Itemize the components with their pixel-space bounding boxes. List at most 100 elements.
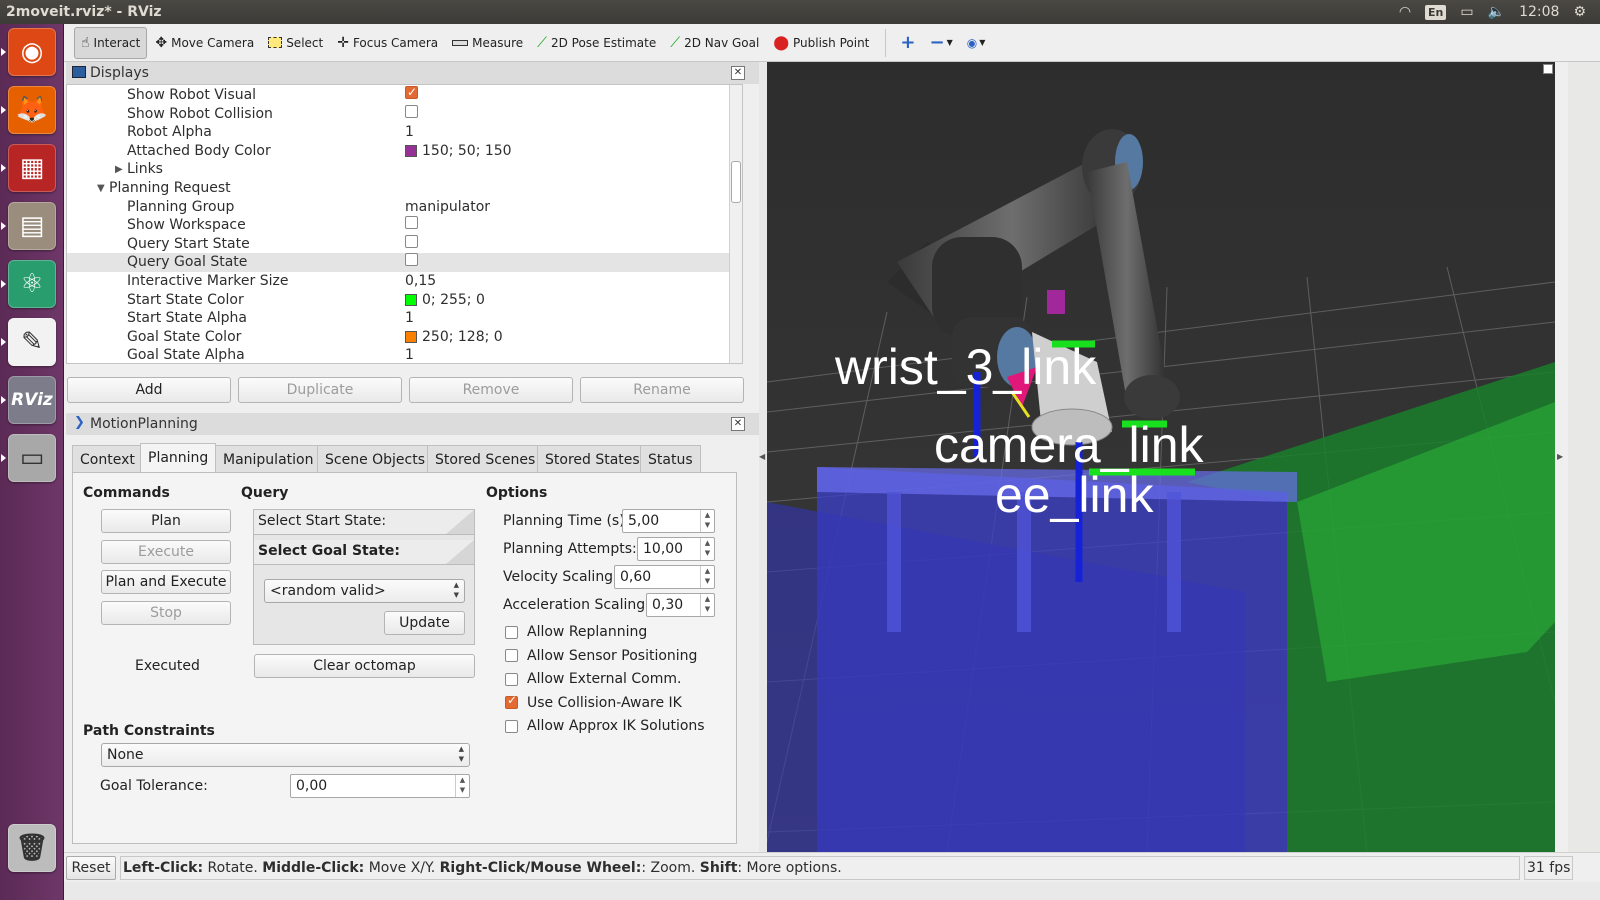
property-value[interactable]: 250; 128; 0 — [405, 328, 503, 347]
2d-pose-estimate-tool-button[interactable]: ⟋ 2D Pose Estimate — [531, 27, 662, 59]
property-value[interactable]: 1 — [405, 123, 414, 142]
ubuntu-dash-icon[interactable]: ◉ — [8, 28, 56, 76]
view-options-tool-button[interactable]: ◉ ▼ — [961, 27, 992, 59]
focus-camera-tool-button[interactable]: ✛ Focus Camera — [331, 27, 444, 59]
settings-gear-icon[interactable]: ⚙ — [1573, 4, 1586, 20]
remove-display-button[interactable]: Remove — [409, 377, 573, 403]
display-property-row[interactable]: ▶ Links — [67, 160, 742, 179]
display-property-row[interactable]: Interactive Marker Size 0,15 — [67, 272, 742, 291]
drive-icon[interactable]: ▭ — [8, 434, 56, 482]
tab-stored-scenes[interactable]: Stored Scenes — [427, 445, 544, 473]
update-button[interactable]: Update — [384, 611, 465, 635]
text-editor-icon[interactable]: ✎ — [8, 318, 56, 366]
option-checkbox[interactable] — [505, 625, 518, 639]
display-property-row[interactable]: Attached Body Color 150; 50; 150 — [67, 142, 742, 161]
duplicate-display-button[interactable]: Duplicate — [238, 377, 402, 403]
add-tool-button[interactable]: + — [894, 27, 921, 59]
rviz-icon[interactable]: RViz — [8, 376, 56, 424]
display-property-row[interactable]: Show Workspace — [67, 216, 742, 235]
property-value[interactable]: 1 — [405, 346, 414, 363]
path-constraints-select[interactable]: None ▲ ▼ — [101, 743, 470, 767]
goal-tolerance-spinbox[interactable]: 0,00 ▲ ▼ — [290, 774, 470, 798]
keyboard-layout-indicator[interactable]: En — [1425, 4, 1447, 20]
collapse-arrow-icon[interactable]: ▶ — [115, 160, 123, 179]
displays-scrollbar[interactable] — [729, 85, 742, 363]
spin-arrows-icon[interactable]: ▲ ▼ — [700, 566, 714, 588]
option-checkbox[interactable] — [505, 693, 518, 709]
property-checkbox[interactable] — [405, 216, 418, 230]
option-checkbox-row[interactable]: Allow Sensor Positioning — [505, 648, 697, 664]
acceleration-scaling-spinbox[interactable]: 0,30 ▲ ▼ — [646, 593, 715, 617]
right-dock-collapsed[interactable]: ▶ — [1555, 62, 1568, 852]
property-value[interactable] — [405, 253, 418, 267]
interact-tool-button[interactable]: ☝ Interact — [74, 26, 148, 59]
move-camera-tool-button[interactable]: ✥ Move Camera — [149, 27, 260, 59]
collapse-right-icon[interactable]: ▶ — [1557, 452, 1563, 461]
close-icon[interactable]: ✕ — [731, 66, 745, 80]
select-goal-state-toggle[interactable]: Select Goal State: — [254, 540, 474, 565]
property-value[interactable]: manipulator — [405, 198, 490, 217]
display-property-row[interactable]: Start State Color 0; 255; 0 — [67, 291, 742, 310]
spin-arrows-icon[interactable]: ▲ ▼ — [700, 510, 714, 532]
option-checkbox-row[interactable]: Allow External Comm. — [505, 671, 681, 687]
tab-planning[interactable]: Planning — [140, 443, 217, 473]
property-value[interactable]: 0,15 — [405, 272, 436, 291]
tab-status[interactable]: Status — [640, 445, 701, 473]
add-display-button[interactable]: Add — [67, 377, 231, 403]
display-property-row[interactable]: Planning Group manipulator — [67, 198, 742, 217]
option-checkbox-row[interactable]: Allow Approx IK Solutions — [505, 718, 705, 734]
files-icon[interactable]: ▤ — [8, 202, 56, 250]
property-value[interactable] — [405, 234, 418, 248]
stop-button[interactable]: Stop — [101, 601, 231, 625]
dock-splitter[interactable]: ◀ — [759, 62, 767, 872]
collapse-left-icon[interactable]: ◀ — [759, 452, 765, 461]
workspaces-icon[interactable]: ▦ — [8, 144, 56, 192]
2d-nav-goal-tool-button[interactable]: ⟋ 2D Nav Goal — [664, 27, 765, 59]
display-property-row[interactable]: Show Robot Visual — [67, 85, 742, 105]
expand-arrow-icon[interactable]: ▼ — [97, 179, 105, 198]
tab-manipulation[interactable]: Manipulation — [215, 445, 322, 473]
planning-time-spinbox[interactable]: 5,00 ▲ ▼ — [622, 509, 715, 533]
wifi-icon[interactable]: ◠ — [1399, 4, 1411, 20]
property-value[interactable]: 150; 50; 150 — [405, 142, 512, 161]
option-checkbox[interactable] — [505, 649, 518, 662]
display-property-row[interactable]: Goal State Color 250; 128; 0 — [67, 328, 742, 347]
spin-arrows-icon[interactable]: ▲ ▼ — [700, 538, 714, 560]
velocity-scaling-spinbox[interactable]: 0,60 ▲ ▼ — [614, 565, 715, 589]
view-scroll-indicator[interactable] — [1543, 64, 1553, 74]
battery-icon[interactable]: ▭ — [1460, 4, 1473, 20]
property-checkbox[interactable] — [405, 85, 418, 102]
rename-display-button[interactable]: Rename — [580, 377, 744, 403]
firefox-icon[interactable]: 🦊 — [8, 86, 56, 134]
measure-tool-button[interactable]: Measure — [446, 27, 529, 59]
option-checkbox[interactable] — [505, 719, 518, 733]
property-value[interactable] — [405, 216, 418, 230]
displays-tree[interactable]: Show Robot VisualShow Robot CollisionRob… — [66, 84, 743, 364]
execute-button[interactable]: Execute — [101, 540, 231, 564]
display-property-row[interactable]: Goal State Alpha 1 — [67, 346, 742, 363]
volume-icon[interactable]: 🔈 — [1488, 4, 1505, 20]
close-icon[interactable]: ✕ — [731, 417, 745, 431]
property-checkbox[interactable] — [405, 104, 418, 118]
property-value[interactable] — [405, 85, 418, 102]
property-checkbox[interactable] — [405, 234, 418, 248]
reset-button[interactable]: Reset — [66, 856, 116, 880]
tab-context[interactable]: Context — [72, 445, 143, 473]
goal-state-select[interactable]: <random valid> ▲ ▼ — [264, 579, 465, 603]
display-property-row[interactable]: Show Robot Collision — [67, 104, 742, 124]
trash-icon[interactable]: 🗑 — [8, 824, 56, 872]
select-start-state-toggle[interactable]: Select Start State: — [254, 510, 474, 535]
spin-arrows-icon[interactable]: ▲ ▼ — [455, 775, 469, 797]
clock[interactable]: 12:08 — [1519, 4, 1559, 20]
publish-point-tool-button[interactable]: ⬤ Publish Point — [767, 27, 875, 59]
plan-button[interactable]: Plan — [101, 509, 231, 533]
scrollbar-thumb[interactable] — [731, 161, 741, 203]
property-value[interactable] — [405, 104, 418, 118]
select-tool-button[interactable]: Select — [262, 27, 329, 59]
display-property-row[interactable]: Start State Alpha 1 — [67, 309, 742, 328]
property-value[interactable]: 0; 255; 0 — [405, 291, 485, 310]
plan-and-execute-button[interactable]: Plan and Execute — [101, 570, 231, 594]
option-checkbox-row[interactable]: Use Collision-Aware IK — [505, 693, 682, 711]
tab-scene-objects[interactable]: Scene Objects — [317, 445, 434, 473]
display-property-row[interactable]: ▼ Planning Request — [67, 179, 742, 198]
